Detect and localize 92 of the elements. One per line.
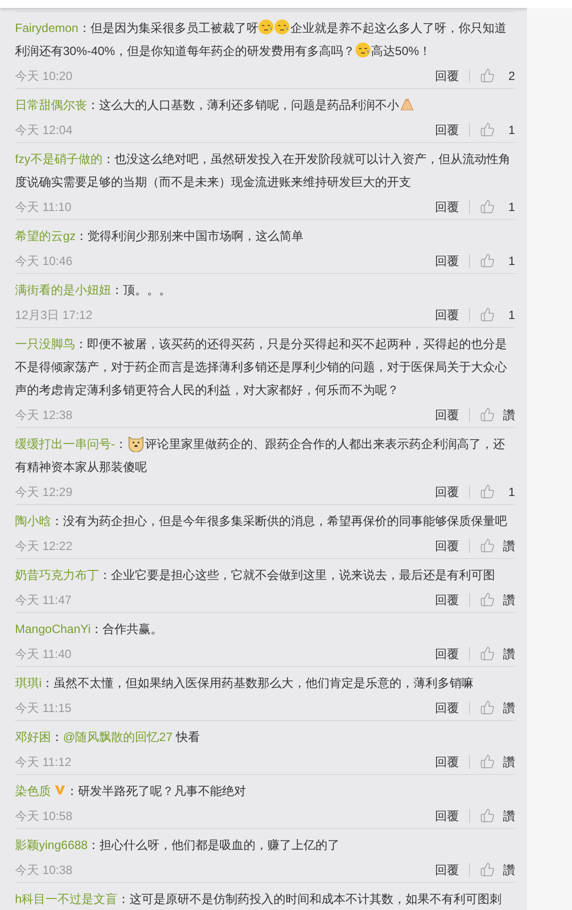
reply-button[interactable]: 回覆 bbox=[435, 306, 459, 324]
comment-time: 今天 10:20 bbox=[15, 68, 72, 84]
reply-button[interactable]: 回覆 bbox=[435, 698, 459, 716]
username-link[interactable]: 一只没脚鸟 bbox=[15, 337, 75, 351]
like-count: 讚 bbox=[503, 808, 515, 824]
username-link[interactable]: 琪琪i bbox=[15, 676, 42, 690]
comment-time: 今天 12:04 bbox=[15, 122, 72, 138]
comment-text: 一只没脚鸟：即便不被屠，该买药的还得买药，只是分买得起和买不起两种，买得起的也分是不是得倾家荡产，对于药企而言是选择薄利多销还是厚利少销的问题，对于医保局关于大众心声的考虑肯定薄利多销更符合人民的利益，对大家都好，何乐而不为呢？ bbox=[15, 336, 508, 399]
like-count: 讚 bbox=[503, 592, 515, 608]
comment-time: 今天 12:22 bbox=[15, 538, 72, 554]
username-link[interactable]: h科目一不过是文盲 bbox=[15, 892, 118, 906]
reply-button[interactable]: 回覆 bbox=[435, 198, 459, 216]
like-icon[interactable] bbox=[480, 808, 495, 823]
username-link[interactable]: 缓缓打出一串问号- bbox=[15, 437, 115, 451]
like-icon[interactable] bbox=[480, 68, 495, 83]
comment-time: 今天 10:58 bbox=[15, 808, 72, 824]
comment-time: 今天 11:15 bbox=[15, 700, 72, 716]
sweat-face-icon bbox=[274, 19, 290, 35]
like-count: 1 bbox=[507, 484, 515, 500]
comment-text: fzy不是硝子做的：也没这么绝对吧，虽然研发投入在开发阶段就可以计入资产，但从流动性角度说确实需要足够的当期（而不是未来）现金流进账来维持研发巨大的开支 bbox=[15, 151, 512, 191]
sweat-face-icon bbox=[258, 19, 274, 35]
like-icon[interactable] bbox=[480, 538, 495, 553]
username-link[interactable]: 陶小晗 bbox=[15, 514, 51, 528]
username-link[interactable]: 日常甜偶尔丧 bbox=[15, 98, 87, 112]
like-count: 1 bbox=[507, 198, 515, 216]
comment-text: 染色质 ：研发半路死了呢？凡事不能绝对 bbox=[15, 783, 247, 800]
username-link[interactable]: 希望的云gz bbox=[15, 229, 76, 243]
reply-button[interactable]: 回覆 bbox=[435, 806, 459, 824]
like-icon[interactable] bbox=[480, 700, 495, 715]
like-icon[interactable] bbox=[480, 592, 495, 607]
reply-button[interactable]: 回覆 bbox=[435, 482, 459, 500]
comment-time: 12月3日 17:12 bbox=[15, 306, 92, 324]
reply-button[interactable]: 回覆 bbox=[435, 252, 459, 270]
comment-text: 影颖ying6688：担心什么呀，他们都是吸血的，赚了上亿的了 bbox=[15, 837, 341, 854]
like-icon[interactable] bbox=[480, 199, 495, 214]
comment-time: 今天 12:29 bbox=[15, 484, 72, 500]
sweat-face-icon bbox=[355, 42, 372, 58]
like-count: 讚 bbox=[503, 646, 515, 662]
like-count: 讚 bbox=[503, 862, 515, 878]
like-count: 1 bbox=[507, 122, 515, 138]
comment-text: h科目一不过是文盲：这可是原研不是仿制药投入的时间和成本不计其数，如果不有利可图刺 bbox=[15, 891, 503, 908]
comment-text: 希望的云gz：觉得利润少那别来中国市场啊，这么简单 bbox=[15, 228, 305, 245]
hands-icon bbox=[399, 96, 415, 112]
reply-button[interactable]: 回覆 bbox=[435, 590, 459, 608]
comment-time: 今天 11:10 bbox=[15, 198, 72, 216]
comment-time: 今天 11:12 bbox=[15, 754, 72, 770]
comment-text: Fairydemon：但是因为集采很多员工被裁了呀 企业就是养不起这么多人了呀，你只知道利润还有30%-40%，但是你知道每年药企的研发费用有多高吗？ 高达50%！ bbox=[15, 18, 508, 60]
username-link[interactable]: 邓好困 bbox=[15, 730, 51, 744]
comment-text: 陶小晗：没有为药企担心，但是今年很多集采断供的消息，希望再保价的同事能够保质保量吧 bbox=[15, 513, 508, 530]
username-link[interactable]: MangoChanYi bbox=[15, 622, 91, 636]
reply-button[interactable]: 回覆 bbox=[435, 406, 459, 424]
like-count: 2 bbox=[507, 68, 515, 84]
comment-time: 今天 11:47 bbox=[15, 592, 72, 608]
comment-time: 今天 10:38 bbox=[15, 862, 72, 878]
like-icon[interactable] bbox=[480, 407, 495, 422]
like-icon[interactable] bbox=[480, 122, 495, 137]
like-count: 1 bbox=[507, 252, 515, 270]
like-count: 1 bbox=[507, 306, 515, 324]
username-link[interactable]: fzy不是硝子做的 bbox=[15, 152, 102, 166]
username-link[interactable]: 奶昔巧克力布丁 bbox=[15, 568, 99, 582]
like-icon[interactable] bbox=[480, 646, 495, 661]
reply-button[interactable]: 回覆 bbox=[435, 752, 459, 770]
username-link[interactable]: 满街看的是小妞妞 bbox=[15, 283, 111, 297]
comment-text: 缓缓打出一串问号-： 评论里家里做药企的、跟药企合作的人都出来表示药企利润高了，还有精神资本家从那装傻呢 bbox=[15, 433, 515, 479]
like-count: 讚 bbox=[503, 538, 515, 554]
like-icon[interactable] bbox=[480, 307, 495, 322]
username-link[interactable]: 染色质 bbox=[15, 784, 51, 798]
like-icon[interactable] bbox=[480, 484, 495, 499]
comment-time: 今天 11:40 bbox=[15, 646, 72, 662]
comment-text: 满街看的是小妞妞：顶。。。 bbox=[15, 282, 172, 299]
comment-time: 今天 12:38 bbox=[15, 406, 72, 424]
reply-button[interactable]: 回覆 bbox=[435, 860, 459, 878]
comment-text: 奶昔巧克力布丁：企业它要是担心这些，它就不会做到这里，说来说去，最后还是有利可图 bbox=[15, 567, 496, 584]
comment-text: MangoChanYi：合作共赢。 bbox=[15, 621, 164, 638]
comment-text: 琪琪i：虽然不太懂，但如果纳入医保用药基数那么大，他们肯定是乐意的，薄利多销嘛 bbox=[15, 675, 475, 692]
comment-text: 邓好困：@随风飘散的回忆27 快看 bbox=[15, 729, 201, 746]
username-link[interactable]: Fairydemon bbox=[15, 21, 78, 35]
dog-face-icon bbox=[127, 434, 145, 452]
reply-button[interactable]: 回覆 bbox=[435, 66, 459, 84]
like-icon[interactable] bbox=[480, 862, 495, 877]
like-icon[interactable] bbox=[480, 253, 495, 268]
reply-button[interactable]: 回覆 bbox=[435, 644, 459, 662]
like-count: 讚 bbox=[503, 406, 515, 424]
comment-text: 日常甜偶尔丧：这么大的人口基数，薄利还多销呢，问题是药品利润不小 bbox=[15, 94, 515, 117]
like-count: 讚 bbox=[503, 754, 515, 770]
mention-link[interactable]: @随风飘散的回忆27 bbox=[63, 730, 173, 744]
like-count: 讚 bbox=[503, 700, 515, 716]
reply-button[interactable]: 回覆 bbox=[435, 120, 459, 138]
username-link[interactable]: 影颖ying6688 bbox=[15, 838, 88, 852]
like-icon[interactable] bbox=[480, 754, 495, 769]
reply-button[interactable]: 回覆 bbox=[435, 536, 459, 554]
comment-time: 今天 10:46 bbox=[15, 252, 72, 270]
